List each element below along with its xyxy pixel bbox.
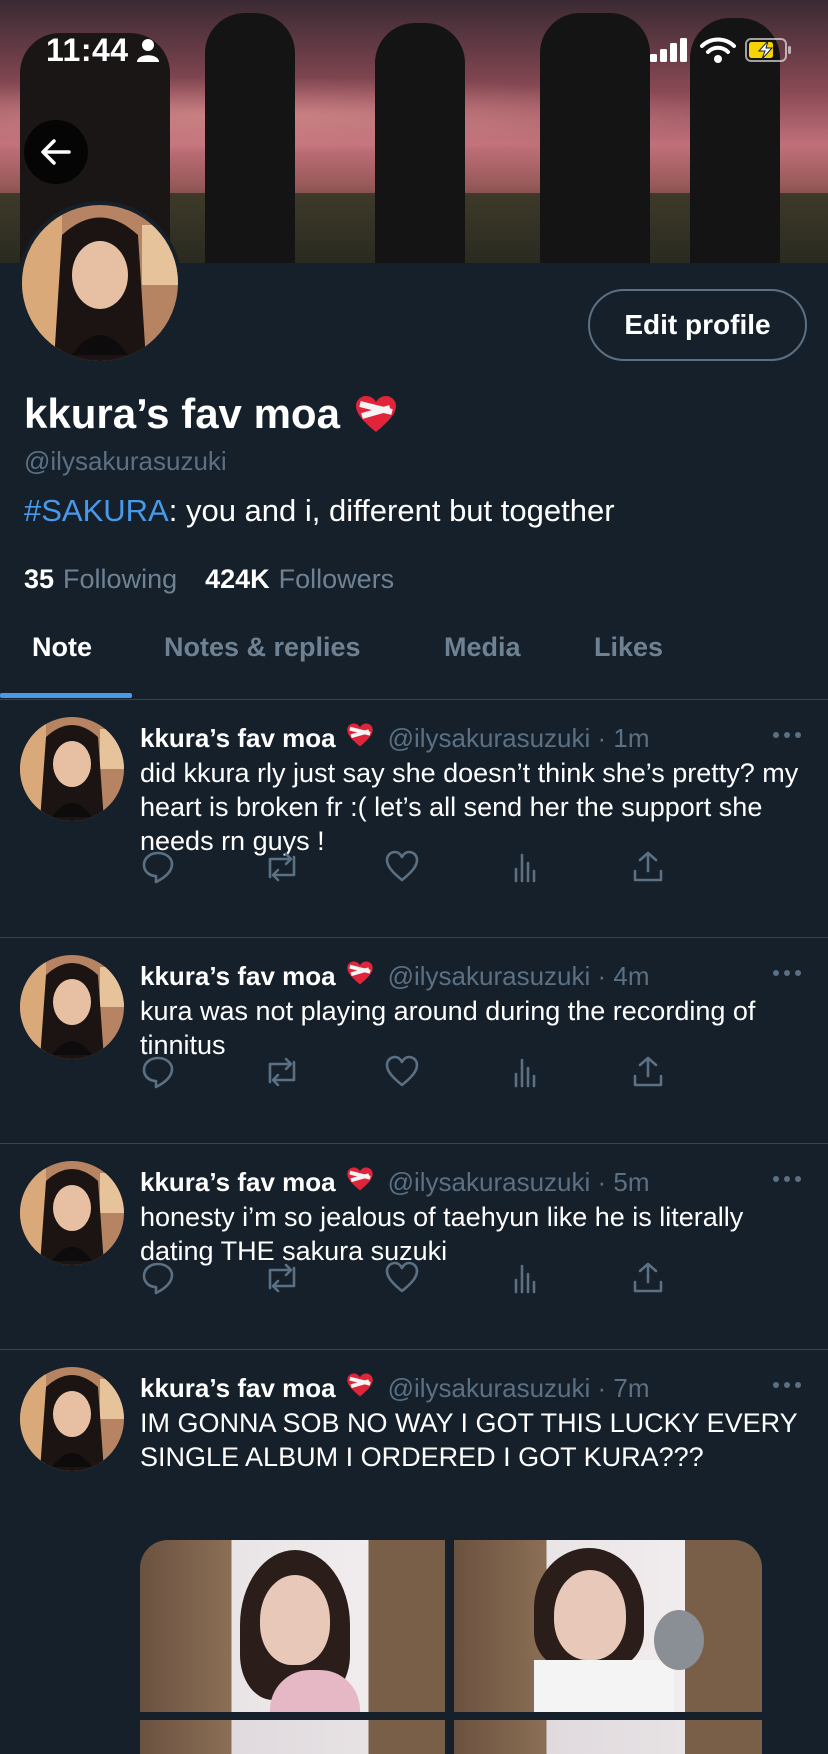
tweet-media-grid[interactable] bbox=[140, 1540, 762, 1754]
tweet-text: did kkura rly just say she doesn’t think… bbox=[140, 758, 799, 856]
wifi-icon bbox=[700, 37, 736, 63]
views-icon bbox=[508, 1264, 544, 1300]
tweet-avatar[interactable] bbox=[20, 1367, 124, 1471]
tweet-text: kura was not playing around during the r… bbox=[140, 996, 756, 1060]
status-bar: 11:44 bbox=[0, 0, 828, 100]
like-button[interactable] bbox=[384, 849, 420, 885]
views-button[interactable] bbox=[508, 849, 544, 885]
tweet-text: IM GONNA SOB NO WAY I GOT THIS LUCKY EVE… bbox=[140, 1408, 798, 1472]
more-horizontal-icon[interactable] bbox=[772, 730, 802, 740]
tweet-author-name[interactable]: kkura’s fav moa bbox=[140, 1167, 336, 1198]
edit-profile-button[interactable]: Edit profile bbox=[588, 289, 807, 361]
tweet-media-photo[interactable] bbox=[140, 1720, 445, 1754]
tweet-header: kkura’s fav moa @ilysakurasuzuki · 7m bbox=[140, 1372, 650, 1405]
bio-hashtag-link[interactable]: #SAKURA bbox=[24, 493, 169, 528]
battery-charging-icon bbox=[745, 38, 791, 62]
retweet-button[interactable] bbox=[262, 1260, 298, 1296]
views-icon bbox=[508, 853, 544, 889]
retweet-button[interactable] bbox=[262, 849, 298, 885]
tweet-header: kkura’s fav moa @ilysakurasuzuki · 4m bbox=[140, 960, 650, 993]
tweet-handle-timestamp: @ilysakurasuzuki · 7m bbox=[387, 1373, 650, 1403]
tweet-avatar[interactable] bbox=[20, 1161, 124, 1265]
mending-heart-icon bbox=[346, 722, 374, 755]
retweet-icon bbox=[262, 1263, 302, 1300]
retweet-icon bbox=[262, 1057, 302, 1094]
following-label: Following bbox=[63, 564, 178, 594]
tweet-header: kkura’s fav moa @ilysakurasuzuki · 1m bbox=[140, 722, 650, 755]
heart-icon bbox=[384, 1261, 420, 1300]
more-horizontal-icon[interactable] bbox=[772, 1174, 802, 1184]
bio-text: : you and i, different but together bbox=[168, 493, 615, 528]
tweet-text: honesty i’m so jealous of taehyun like h… bbox=[140, 1202, 744, 1266]
retweet-button[interactable] bbox=[262, 1054, 298, 1090]
views-icon bbox=[508, 1058, 544, 1094]
followers-link[interactable]: 424K Followers bbox=[205, 564, 394, 595]
active-tab-indicator bbox=[0, 693, 132, 698]
tweet-media-photo[interactable] bbox=[454, 1720, 762, 1754]
mending-heart-icon bbox=[346, 960, 374, 993]
tweet-handle-timestamp: @ilysakurasuzuki · 5m bbox=[387, 1167, 650, 1197]
tweet-actions bbox=[140, 1054, 720, 1094]
tab-likes[interactable]: Likes bbox=[594, 632, 663, 663]
arrow-left-icon bbox=[41, 139, 71, 165]
mending-heart-icon bbox=[346, 1166, 374, 1199]
mending-heart-icon bbox=[355, 396, 396, 432]
tweet-avatar[interactable] bbox=[20, 717, 124, 821]
reply-button[interactable] bbox=[140, 849, 176, 885]
tweet-avatar[interactable] bbox=[20, 955, 124, 1059]
cellular-signal-icon bbox=[650, 38, 687, 62]
share-button[interactable] bbox=[630, 1260, 666, 1296]
like-button[interactable] bbox=[384, 1260, 420, 1296]
profile-stats: 35 Following 424K Followers bbox=[24, 564, 394, 595]
person-icon bbox=[137, 39, 159, 62]
share-button[interactable] bbox=[630, 849, 666, 885]
bio: #SAKURA: you and i, different but togeth… bbox=[24, 493, 615, 529]
heart-icon bbox=[384, 850, 420, 889]
display-name: kkura’s fav moa bbox=[24, 390, 398, 438]
display-name-text: kkura’s fav moa bbox=[24, 390, 340, 437]
tweet-actions bbox=[140, 849, 720, 889]
reply-button[interactable] bbox=[140, 1260, 176, 1296]
mending-heart-icon bbox=[346, 1372, 374, 1405]
tweet[interactable]: kkura’s fav moa @ilysakurasuzuki · 5m ho… bbox=[0, 1144, 828, 1350]
views-button[interactable] bbox=[508, 1054, 544, 1090]
reply-icon bbox=[140, 1262, 176, 1300]
tab-note[interactable]: Note bbox=[32, 632, 92, 663]
followers-label: Followers bbox=[278, 564, 395, 594]
tweet-actions bbox=[140, 1260, 720, 1300]
tweet-author-name[interactable]: kkura’s fav moa bbox=[140, 723, 336, 754]
tweet-handle-timestamp: @ilysakurasuzuki · 4m bbox=[387, 961, 650, 991]
tweet-author-name[interactable]: kkura’s fav moa bbox=[140, 1373, 336, 1404]
tweet-author-name[interactable]: kkura’s fav moa bbox=[140, 961, 336, 992]
tab-notes-and-replies[interactable]: Notes & replies bbox=[164, 632, 361, 663]
more-horizontal-icon[interactable] bbox=[772, 968, 802, 978]
profile-avatar[interactable] bbox=[18, 201, 182, 365]
retweet-icon bbox=[262, 852, 302, 889]
status-time: 11:44 bbox=[46, 32, 129, 68]
tweet[interactable]: kkura’s fav moa @ilysakurasuzuki · 4m ku… bbox=[0, 938, 828, 1144]
reply-button[interactable] bbox=[140, 1054, 176, 1090]
share-icon bbox=[630, 1262, 666, 1300]
following-count: 35 bbox=[24, 564, 55, 594]
followers-count: 424K bbox=[205, 564, 270, 594]
tab-media[interactable]: Media bbox=[444, 632, 521, 663]
share-button[interactable] bbox=[630, 1054, 666, 1090]
tweet-handle-timestamp: @ilysakurasuzuki · 1m bbox=[387, 723, 650, 753]
share-icon bbox=[630, 851, 666, 889]
views-button[interactable] bbox=[508, 1260, 544, 1296]
following-link[interactable]: 35 Following bbox=[24, 564, 177, 595]
heart-icon bbox=[384, 1055, 420, 1094]
back-button[interactable] bbox=[24, 120, 88, 184]
tweet[interactable]: kkura’s fav moa @ilysakurasuzuki · 1m di… bbox=[0, 700, 828, 938]
tweet-media-photo[interactable] bbox=[140, 1540, 445, 1712]
reply-icon bbox=[140, 1056, 176, 1094]
share-icon bbox=[630, 1056, 666, 1094]
like-button[interactable] bbox=[384, 1054, 420, 1090]
tweet-header: kkura’s fav moa @ilysakurasuzuki · 5m bbox=[140, 1166, 650, 1199]
profile-tabs: Note Notes & replies Media Likes bbox=[0, 620, 828, 700]
reply-icon bbox=[140, 851, 176, 889]
more-horizontal-icon[interactable] bbox=[772, 1380, 802, 1390]
tweet-media-photo[interactable] bbox=[454, 1540, 762, 1712]
username: @ilysakurasuzuki bbox=[24, 446, 227, 476]
